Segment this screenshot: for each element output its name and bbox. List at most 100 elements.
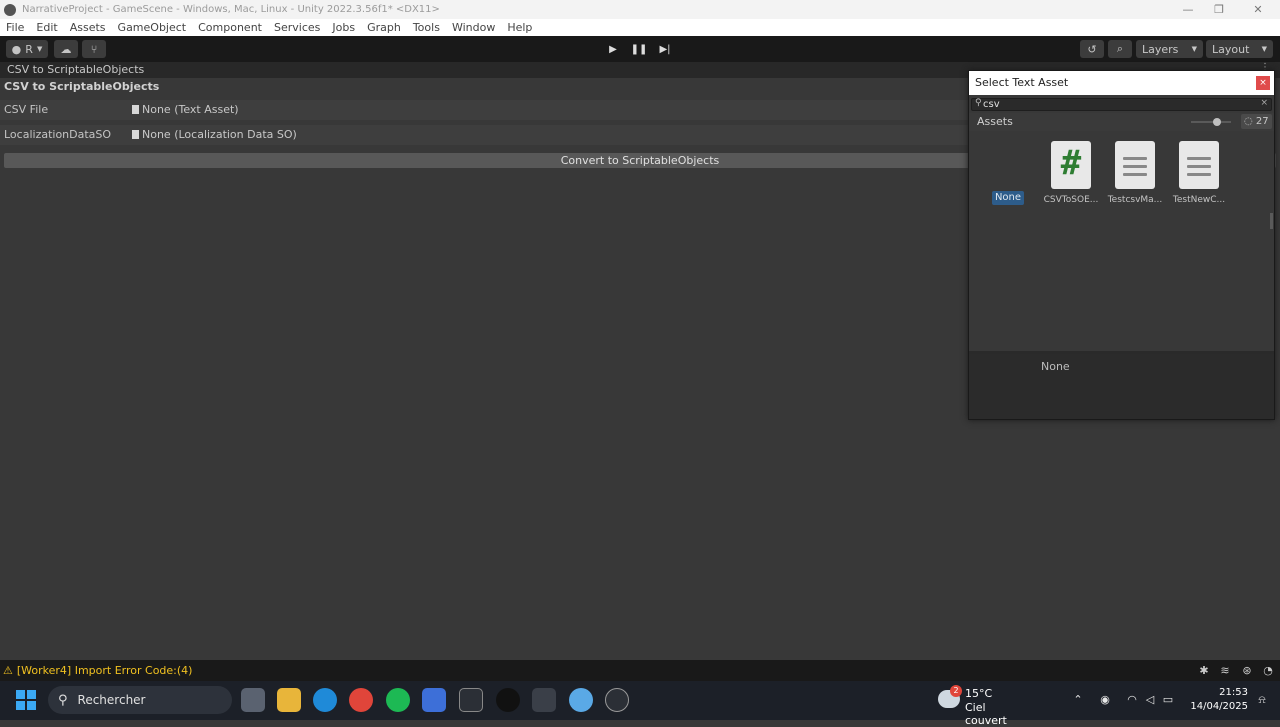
csv-file-value: None (Text Asset) xyxy=(142,103,239,116)
localization-data-field[interactable]: None (Localization Data SO) xyxy=(132,128,297,141)
close-window-button[interactable]: ✕ xyxy=(1240,0,1276,19)
asset-grid-scrollbar[interactable] xyxy=(1270,213,1273,229)
menu-edit[interactable]: Edit xyxy=(30,21,63,34)
layout-label: Layout xyxy=(1212,42,1250,56)
select-text-asset-dialog: Select Text Asset × ⚲ × Assets ◌ 27 None… xyxy=(968,70,1275,420)
step-icon: ▶| xyxy=(659,43,671,55)
stack-icon[interactable]: ≋ xyxy=(1219,665,1231,677)
asset-search-box: ⚲ × xyxy=(971,98,1272,111)
history-button[interactable]: ↺ xyxy=(1080,40,1104,58)
panel-header: CSV to ScriptableObjects xyxy=(4,80,160,93)
edge-icon[interactable] xyxy=(313,688,337,712)
version-control-button[interactable]: ⑂ xyxy=(82,40,106,58)
cloud-button[interactable]: ☁ xyxy=(54,40,78,58)
layers-dropdown[interactable]: Layers ▼ xyxy=(1136,40,1203,58)
clear-search-icon[interactable]: × xyxy=(1260,98,1268,108)
asset-search-input[interactable] xyxy=(983,99,1253,110)
step-button[interactable]: ▶| xyxy=(652,40,678,58)
search-icon: ⚲ xyxy=(975,98,982,108)
file-explorer-icon[interactable] xyxy=(277,688,301,712)
unreal-icon[interactable] xyxy=(496,688,520,712)
progress-icon[interactable]: ◔ xyxy=(1262,665,1274,677)
taskbar-search-placeholder: Rechercher xyxy=(77,693,146,707)
window-title: NarrativeProject - GameScene - Windows, … xyxy=(22,4,440,15)
app-icon[interactable] xyxy=(569,688,593,712)
maximize-button[interactable]: ❐ xyxy=(1201,0,1237,19)
account-icon: ● xyxy=(11,42,22,56)
icon-size-slider[interactable] xyxy=(1191,121,1231,123)
battery-icon[interactable]: ▭ xyxy=(1161,693,1175,707)
menu-help[interactable]: Help xyxy=(501,21,538,34)
asset-name: TestNewC... xyxy=(1172,195,1226,205)
weather-desc: Ciel couvert xyxy=(965,701,1007,727)
task-view-icon[interactable] xyxy=(241,688,265,712)
clock[interactable]: 21:53 14/04/2025 xyxy=(1188,686,1248,714)
unity-icon xyxy=(4,3,16,16)
menu-gameobject[interactable]: GameObject xyxy=(112,21,193,34)
asset-item[interactable]: TestcsvMa... xyxy=(1105,141,1165,205)
eye-slash-icon: ◌ xyxy=(1244,116,1253,127)
hidden-packages-toggle[interactable]: ◌ 27 xyxy=(1241,114,1272,129)
cloud-icon: ☁ xyxy=(60,42,72,56)
network-icon[interactable]: ⊛ xyxy=(1241,665,1253,677)
menu-tools[interactable]: Tools xyxy=(407,21,446,34)
tray-app-icon[interactable]: ◉ xyxy=(1098,693,1112,707)
weather-temp: 15°C xyxy=(965,687,993,700)
asset-item[interactable]: # CSVToSOE... xyxy=(1041,141,1101,205)
unity-hub-icon[interactable] xyxy=(459,688,483,712)
localization-data-row: LocalizationDataSO None (Localization Da… xyxy=(0,125,968,145)
menu-services[interactable]: Services xyxy=(268,21,326,34)
account-label: R xyxy=(25,42,33,56)
asset-item[interactable]: TestNewC... xyxy=(1169,141,1229,205)
clock-date: 14/04/2025 xyxy=(1190,701,1248,712)
chrome-icon[interactable] xyxy=(349,688,373,712)
csv-file-field[interactable]: None (Text Asset) xyxy=(132,103,239,116)
wifi-icon[interactable]: ◠ xyxy=(1125,693,1139,707)
menu-graph[interactable]: Graph xyxy=(361,21,407,34)
text-document-icon xyxy=(1179,141,1219,189)
layers-label: Layers xyxy=(1142,42,1179,56)
main-toolbar: ● R ▼ ☁ ⑂ ▶ ❚❚ ▶| ↺ ⌕ Layers ▼ Layout ▼ xyxy=(0,36,1280,62)
menu-jobs[interactable]: Jobs xyxy=(326,21,361,34)
status-bar[interactable]: ⚠ [Worker4] Import Error Code:(4) xyxy=(0,660,1280,681)
dialog-close-button[interactable]: × xyxy=(1256,76,1270,90)
unity-editor-icon[interactable] xyxy=(532,688,556,712)
tab-assets[interactable]: Assets xyxy=(977,115,1013,128)
scriptable-object-icon xyxy=(132,130,139,139)
window-titlebar: NarrativeProject - GameScene - Windows, … xyxy=(0,0,1280,19)
account-button[interactable]: ● R ▼ xyxy=(6,40,48,58)
play-controls: ▶ ❚❚ ▶| xyxy=(600,40,680,58)
notification-badge: 2 xyxy=(950,685,962,697)
weather-widget[interactable]: 2 15°C Ciel couvert xyxy=(938,685,1028,727)
notifications-icon[interactable]: ⍾ xyxy=(1255,693,1269,707)
asset-name: TestcsvMa... xyxy=(1107,195,1163,205)
windows-start-button[interactable] xyxy=(16,690,36,710)
recording-app-icon[interactable] xyxy=(605,688,629,712)
history-icon: ↺ xyxy=(1087,42,1097,56)
icon-size-slider-handle[interactable] xyxy=(1213,118,1221,126)
status-message[interactable]: [Worker4] Import Error Code:(4) xyxy=(17,664,193,677)
pause-button[interactable]: ❚❚ xyxy=(626,40,652,58)
menu-window[interactable]: Window xyxy=(446,21,501,34)
tab-csv-to-scriptableobjects[interactable]: CSV to ScriptableObjects xyxy=(7,63,144,76)
chevron-up-icon[interactable]: ⌃ xyxy=(1071,693,1085,707)
store-icon[interactable] xyxy=(422,688,446,712)
preview-label: None xyxy=(1041,360,1070,373)
bug-icon[interactable]: ✱ xyxy=(1198,665,1210,677)
menu-assets[interactable]: Assets xyxy=(64,21,112,34)
chevron-down-icon: ▼ xyxy=(1191,45,1197,53)
play-button[interactable]: ▶ xyxy=(600,40,626,58)
taskbar-search[interactable]: ⚲ Rechercher xyxy=(48,686,232,714)
layout-dropdown[interactable]: Layout ▼ xyxy=(1206,40,1273,58)
asset-none-item[interactable]: None xyxy=(992,191,1024,205)
search-button[interactable]: ⌕ xyxy=(1108,40,1132,58)
volume-icon[interactable]: ◁ xyxy=(1143,693,1157,707)
branch-icon: ⑂ xyxy=(90,42,98,56)
menu-file[interactable]: File xyxy=(0,21,30,34)
spotify-icon[interactable] xyxy=(386,688,410,712)
search-icon: ⌕ xyxy=(1116,42,1124,55)
csv-file-row: CSV File None (Text Asset) xyxy=(0,100,968,120)
dialog-title: Select Text Asset xyxy=(969,71,1274,95)
menu-component[interactable]: Component xyxy=(192,21,268,34)
hidden-count: 27 xyxy=(1255,116,1269,127)
